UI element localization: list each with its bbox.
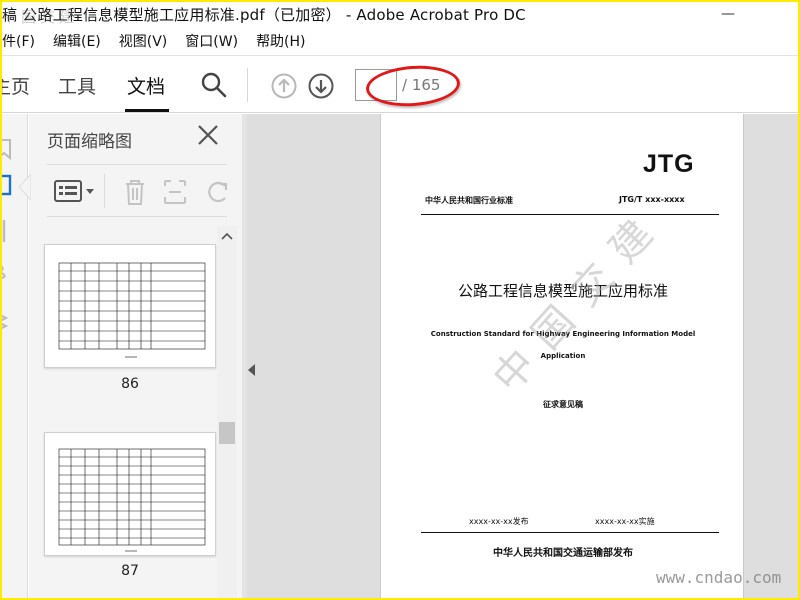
menu-view[interactable]: 视图(V): [119, 31, 168, 51]
standard-type: 中华人民共和国行业标准: [425, 196, 513, 205]
thumbnail-page-label: 86: [121, 376, 139, 392]
scrollbar-thumb[interactable]: [219, 422, 235, 444]
document-viewport: JTG 中华人民共和国行业标准 JTG/T xxx-xxxx 公路工程信息模型施…: [247, 114, 798, 598]
page-thumbnail[interactable]: [44, 244, 216, 368]
panel-pointer: [19, 174, 31, 200]
close-icon[interactable]: [195, 122, 221, 148]
header-rule: [421, 214, 719, 215]
implement-date: xxxx-xx-xx实施: [595, 517, 655, 526]
menu-help[interactable]: 帮助(H): [256, 31, 305, 51]
page-thumbnails-icon[interactable]: [2, 174, 14, 198]
window-title: 稿 公路工程信息模型施工应用标准.pdf（已加密） - Adobe Acroba…: [2, 6, 526, 24]
minimize-icon: —: [721, 6, 735, 22]
jtg-logo: JTG: [643, 150, 695, 178]
panel-divider-2: [47, 216, 227, 217]
tab-document[interactable]: 文档: [127, 72, 165, 99]
thumbnail-toolbar-separator: [104, 174, 105, 208]
thumbnail-scrollbar[interactable]: [217, 226, 237, 598]
next-page-icon[interactable]: [307, 72, 335, 100]
toolbar-separator: [247, 68, 248, 102]
active-tab-indicator: [125, 109, 169, 112]
thumbnail-toolbar: [47, 172, 237, 212]
title-bar: 稿 公路工程信息模型施工应用标准.pdf（已加密） - Adobe Acroba…: [2, 2, 798, 28]
draft-status: 征求意见稿: [543, 400, 583, 409]
site-watermark: www.cndao.com: [656, 568, 782, 587]
menu-window[interactable]: 窗口(W): [185, 31, 238, 51]
page-thumbnails-panel: 页面缩略图 86 87: [19, 114, 242, 598]
tab-home[interactable]: 主页: [2, 72, 30, 99]
panel-title: 页面缩略图: [47, 132, 132, 152]
toolbar: 主页 工具 文档 / 165: [2, 55, 798, 113]
insert-page-icon[interactable]: [161, 177, 189, 207]
thumbnail-page-label: 87: [121, 563, 139, 579]
footer-rule: [421, 532, 719, 533]
rotate-icon[interactable]: [203, 177, 231, 207]
signatures-icon[interactable]: [2, 260, 12, 280]
menu-file[interactable]: 件(F): [2, 31, 35, 51]
menu-edit[interactable]: 编辑(E): [53, 31, 101, 51]
pdf-page: JTG 中华人民共和国行业标准 JTG/T xxx-xxxx 公路工程信息模型施…: [380, 114, 744, 598]
search-icon[interactable]: [200, 71, 228, 99]
collapse-panel-arrow-icon[interactable]: [248, 364, 255, 376]
minimize-button[interactable]: —: [706, 2, 750, 26]
page-thumbnail[interactable]: [44, 432, 216, 556]
maximize-button[interactable]: □: [750, 2, 794, 26]
tab-tools[interactable]: 工具: [58, 72, 96, 99]
panel-divider: [47, 164, 227, 165]
scroll-up-icon[interactable]: [221, 232, 233, 240]
thumbnail-options-icon[interactable]: [53, 178, 97, 204]
corner-watermark: 中国交建: [2, 8, 79, 26]
acrobat-window: 稿 公路工程信息模型施工应用标准.pdf（已加密） - Adobe Acroba…: [2, 2, 798, 598]
publisher: 中华人民共和国交通运输部发布: [493, 548, 633, 559]
trash-icon[interactable]: [121, 177, 149, 207]
previous-page-icon[interactable]: [270, 72, 298, 100]
issue-date: xxxx-xx-xx发布: [469, 517, 529, 526]
attachments-icon[interactable]: [2, 218, 12, 244]
bookmark-icon[interactable]: [2, 138, 14, 160]
menu-bar: 件(F) 编辑(E) 视图(V) 窗口(W) 帮助(H): [2, 29, 798, 53]
layers-icon[interactable]: [2, 310, 12, 334]
